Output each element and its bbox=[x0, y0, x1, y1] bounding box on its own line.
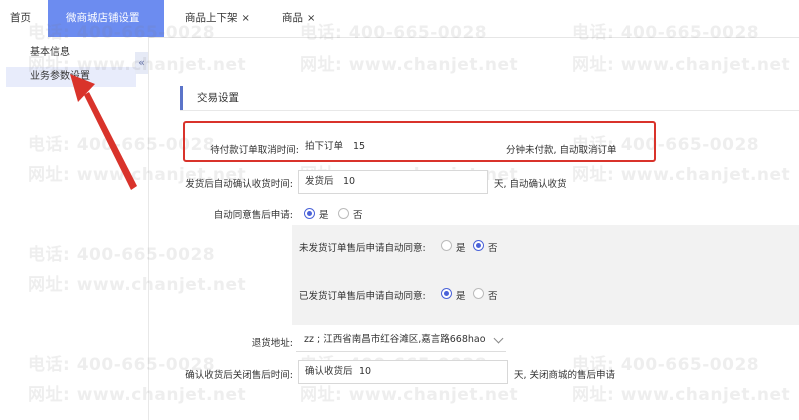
auto-confirm-suffix: 天, 自动确认收货 bbox=[494, 179, 567, 190]
return-address-label: 退货地址: bbox=[251, 338, 293, 349]
watermark-site: 网址: www.chanjet.net bbox=[300, 55, 519, 75]
watermark-site: 网址: www.chanjet.net bbox=[28, 55, 247, 75]
auto-agree-yes-label: 是 bbox=[319, 210, 329, 221]
unshipped-agree-no-label: 否 bbox=[488, 243, 498, 254]
auto-confirm-input[interactable]: 发货后 10 bbox=[298, 170, 488, 194]
auto-confirm-value: 10 bbox=[343, 176, 356, 187]
auto-agree-label: 自动同意售后申请: bbox=[213, 210, 293, 221]
unshipped-agree-no-radio[interactable] bbox=[473, 240, 484, 251]
unshipped-agree-label: 未发货订单售后申请自动同意: bbox=[299, 243, 426, 254]
watermark-site: 网址: www.chanjet.net bbox=[572, 165, 791, 185]
section-title: 交易设置 bbox=[180, 86, 239, 110]
chevron-down-icon bbox=[493, 333, 504, 344]
auto-agree-yes-radio[interactable] bbox=[304, 208, 315, 219]
close-after-confirm-value: 10 bbox=[359, 366, 372, 377]
watermark-site: 网址: www.chanjet.net bbox=[28, 275, 247, 295]
watermark-phone: 电话: 400-665-0028 bbox=[300, 23, 488, 43]
watermark-phone: 电话: 400-665-0028 bbox=[28, 23, 216, 43]
shipped-agree-yes-radio[interactable] bbox=[441, 288, 452, 299]
auto-confirm-label: 发货后自动确认收货时间: bbox=[185, 179, 293, 190]
highlight-box bbox=[183, 121, 656, 162]
auto-confirm-prefix: 发货后 bbox=[305, 176, 334, 187]
watermark-phone: 电话: 400-665-0028 bbox=[572, 23, 760, 43]
close-after-confirm-label: 确认收货后关闭售后时间: bbox=[185, 370, 293, 381]
shipped-agree-no-label: 否 bbox=[488, 291, 498, 302]
section-divider bbox=[180, 110, 799, 111]
watermark-site: 网址: www.chanjet.net bbox=[572, 385, 791, 405]
watermark-site: 网址: www.chanjet.net bbox=[572, 55, 791, 75]
auto-agree-no-radio[interactable] bbox=[338, 208, 349, 219]
unshipped-agree-yes-radio[interactable] bbox=[441, 240, 452, 251]
watermark-phone: 电话: 400-665-0028 bbox=[28, 245, 216, 265]
auto-agree-no-label: 否 bbox=[353, 210, 363, 221]
shipped-agree-yes-label: 是 bbox=[456, 291, 466, 302]
close-after-confirm-prefix: 确认收货后 bbox=[305, 366, 353, 377]
shipped-agree-no-radio[interactable] bbox=[473, 288, 484, 299]
watermark-site: 网址: www.chanjet.net bbox=[28, 385, 247, 405]
return-address-select[interactable]: zz ; 江西省南昌市红谷滩区,嘉言路668hao bbox=[296, 328, 506, 352]
close-icon[interactable]: × bbox=[242, 13, 250, 24]
shipped-agree-label: 已发货订单售后申请自动同意: bbox=[299, 291, 426, 302]
close-after-confirm-input[interactable]: 确认收货后 10 bbox=[298, 360, 508, 384]
return-address-value: zz ; 江西省南昌市红谷滩区,嘉言路668hao bbox=[304, 334, 486, 345]
unshipped-agree-yes-label: 是 bbox=[456, 243, 466, 254]
close-after-confirm-suffix: 天, 关闭商城的售后申请 bbox=[514, 370, 616, 381]
